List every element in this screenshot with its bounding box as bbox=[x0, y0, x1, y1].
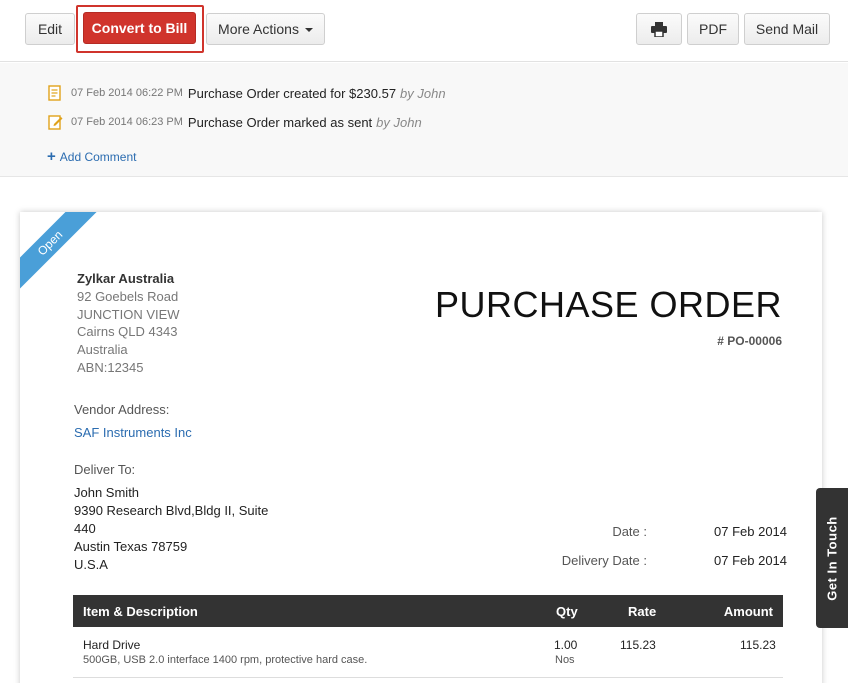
document-number: # PO-00006 bbox=[717, 334, 782, 348]
edit-icon bbox=[48, 115, 63, 130]
date-label: Date : bbox=[612, 524, 647, 539]
activity-time: 07 Feb 2014 06:23 PM bbox=[71, 116, 183, 128]
vendor-name-link[interactable]: SAF Instruments Inc bbox=[74, 425, 192, 440]
document-icon bbox=[48, 85, 61, 101]
company-address: Zylkar Australia 92 Goebels Road JUNCTIO… bbox=[77, 270, 180, 377]
deliver-address-line: 9390 Research Blvd,Bldg II, Suite bbox=[74, 503, 269, 518]
deliver-address-line: Austin Texas 78759 bbox=[74, 539, 188, 554]
item-description: 500GB, USB 2.0 interface 1400 rpm, prote… bbox=[83, 654, 368, 666]
purchase-order-document: Open Zylkar Australia 92 Goebels Road JU… bbox=[20, 212, 822, 683]
caret-down-icon bbox=[304, 28, 313, 32]
activity-author: by John bbox=[400, 85, 446, 101]
column-header-item: Item & Description bbox=[83, 603, 198, 619]
column-header-rate: Rate bbox=[628, 603, 657, 619]
date-value: 07 Feb 2014 bbox=[714, 524, 788, 539]
deliver-address-line: John Smith bbox=[74, 485, 140, 500]
vendor-address-label: Vendor Address: bbox=[74, 402, 170, 417]
printer-icon bbox=[651, 21, 667, 37]
company-name: Zylkar Australia bbox=[77, 271, 175, 286]
send-mail-button[interactable]: Send Mail bbox=[744, 13, 830, 45]
add-comment-label: Add Comment bbox=[59, 150, 137, 164]
item-name: Hard Drive bbox=[83, 638, 141, 652]
activity-item: 07 Feb 2014 06:23 PM Purchase Order mark… bbox=[47, 112, 422, 132]
document-title: PURCHASE ORDER bbox=[434, 284, 782, 325]
activity-author: by John bbox=[376, 114, 422, 130]
activity-item: 07 Feb 2014 06:22 PM Purchase Order crea… bbox=[47, 83, 446, 103]
delivery-date-label: Delivery Date : bbox=[561, 553, 647, 568]
delivery-date-value: 07 Feb 2014 bbox=[714, 553, 788, 568]
item-amount: 115.23 bbox=[740, 638, 776, 652]
activity-text: Purchase Order created for $230.57 bbox=[187, 85, 397, 101]
company-address-line: Australia bbox=[77, 342, 128, 358]
pdf-button[interactable]: PDF bbox=[687, 13, 739, 45]
item-rate: 115.23 bbox=[620, 638, 656, 652]
activity-time: 07 Feb 2014 06:22 PM bbox=[71, 87, 183, 99]
company-address-line: ABN:12345 bbox=[77, 359, 144, 375]
column-header-qty: Qty bbox=[556, 603, 578, 619]
deliver-address: John Smith 9390 Research Blvd,Bldg II, S… bbox=[74, 484, 274, 574]
item-qty: 1.00 bbox=[554, 638, 578, 652]
company-address-line: Cairns QLD 4343 bbox=[77, 324, 178, 340]
deliver-address-line: 440 bbox=[74, 521, 96, 536]
row-divider bbox=[73, 677, 783, 678]
add-comment-link[interactable]: + Add Comment bbox=[47, 148, 137, 165]
more-actions-label: More Actions bbox=[218, 21, 299, 37]
column-header-amount: Amount bbox=[723, 603, 773, 619]
toolbar: Edit Convert to Bill More Actions PDF Se… bbox=[0, 0, 848, 62]
item-unit: Nos bbox=[555, 654, 575, 666]
deliver-to-label: Deliver To: bbox=[74, 462, 136, 477]
deliver-address-line: U.S.A bbox=[74, 557, 108, 572]
plus-icon: + bbox=[47, 148, 56, 165]
convert-to-bill-button[interactable]: Convert to Bill bbox=[83, 12, 196, 44]
company-address-line: JUNCTION VIEW bbox=[77, 306, 180, 322]
activity-log: 07 Feb 2014 06:22 PM Purchase Order crea… bbox=[0, 63, 848, 177]
items-table-header: Item & Description Qty Rate Amount bbox=[73, 595, 783, 627]
get-in-touch-label: Get In Touch bbox=[824, 515, 840, 601]
company-address-line: 92 Goebels Road bbox=[77, 288, 179, 304]
get-in-touch-tab[interactable]: Get In Touch bbox=[816, 488, 848, 628]
activity-text: Purchase Order marked as sent bbox=[187, 114, 373, 130]
edit-button[interactable]: Edit bbox=[25, 13, 75, 45]
print-button[interactable] bbox=[636, 13, 682, 45]
more-actions-button[interactable]: More Actions bbox=[206, 13, 325, 45]
